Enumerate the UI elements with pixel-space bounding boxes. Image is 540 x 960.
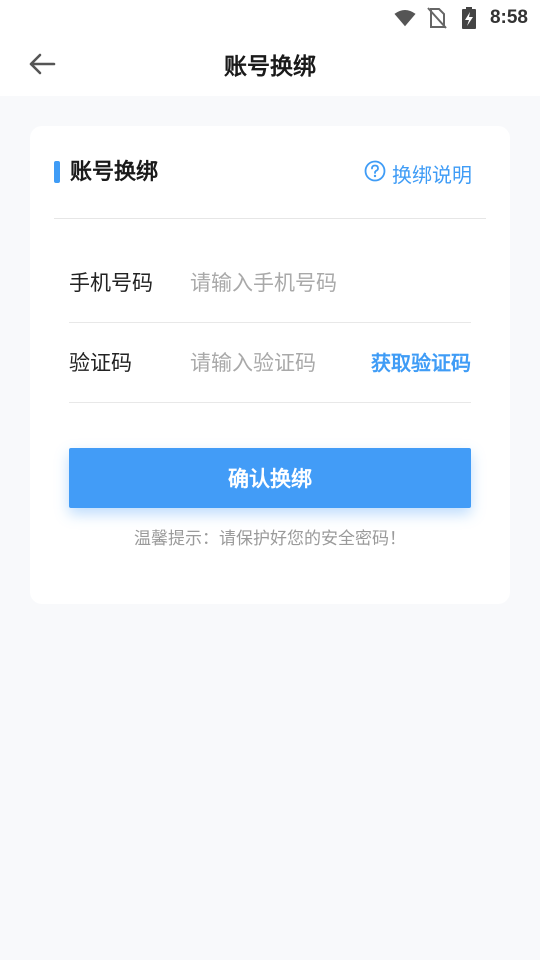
security-tip: 温馨提示：请保护好您的安全密码！ bbox=[134, 529, 406, 549]
phone-row: 手机号码 bbox=[69, 243, 471, 323]
app-bar: 账号换绑 bbox=[0, 36, 540, 96]
help-link-label: 换绑说明 bbox=[392, 162, 472, 187]
title-accent-bar bbox=[54, 161, 60, 183]
status-time: 8:58 bbox=[489, 7, 528, 28]
card-header: 账号换绑 换绑说明 bbox=[54, 156, 486, 190]
card-title: 账号换绑 bbox=[70, 160, 159, 185]
status-bar: 8:58 bbox=[0, 0, 540, 36]
header-divider bbox=[54, 218, 486, 219]
rebind-card: 账号换绑 换绑说明 手机号码 验证码 获取验证码 确认换绑 温馨提示：请保护好您… bbox=[30, 126, 510, 604]
wifi-icon bbox=[394, 7, 416, 29]
confirm-rebind-button[interactable]: 确认换绑 bbox=[69, 448, 471, 508]
code-input[interactable] bbox=[190, 343, 390, 383]
page-title: 账号换绑 bbox=[224, 54, 316, 80]
phone-label: 手机号码 bbox=[69, 271, 153, 295]
phone-input[interactable] bbox=[190, 263, 470, 303]
battery-charging-icon bbox=[458, 7, 480, 29]
question-circle-icon bbox=[364, 160, 386, 186]
help-link[interactable]: 换绑说明 bbox=[364, 156, 472, 190]
code-label: 验证码 bbox=[69, 351, 132, 375]
back-button[interactable] bbox=[20, 48, 64, 84]
no-sim-icon bbox=[426, 7, 448, 29]
get-code-button[interactable]: 获取验证码 bbox=[371, 323, 471, 403]
arrow-left-icon bbox=[28, 52, 56, 80]
code-row: 验证码 获取验证码 bbox=[69, 323, 471, 403]
